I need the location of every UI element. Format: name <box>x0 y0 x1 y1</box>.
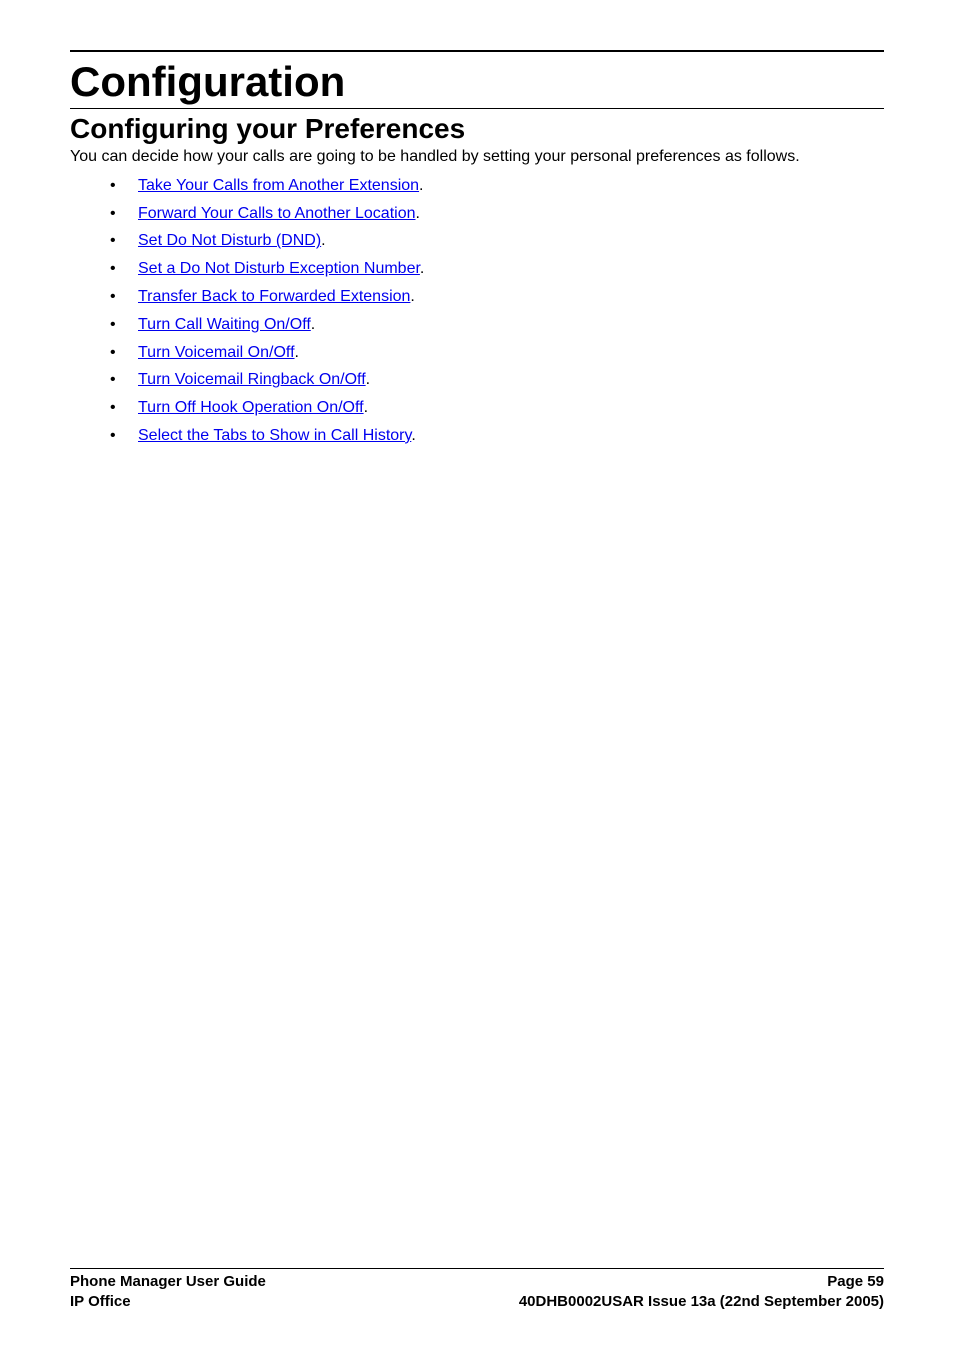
link-select-tabs-call-history[interactable]: Select the Tabs to Show in Call History <box>138 427 411 444</box>
period: . <box>321 232 325 249</box>
link-turn-voicemail-on-off[interactable]: Turn Voicemail On/Off <box>138 344 295 361</box>
mid-rule <box>70 108 884 109</box>
list-item: Forward Your Calls to Another Location. <box>110 204 884 225</box>
list-item: Take Your Calls from Another Extension. <box>110 176 884 197</box>
footer-row-2: IP Office 40DHB0002USAR Issue 13a (22nd … <box>70 1292 884 1312</box>
footer-right-1: Page 59 <box>827 1272 884 1292</box>
list-item: Turn Call Waiting On/Off. <box>110 315 884 336</box>
page-content: Configuration Configuring your Preferenc… <box>0 0 954 447</box>
link-turn-voicemail-ringback-on-off[interactable]: Turn Voicemail Ringback On/Off <box>138 371 366 388</box>
list-item: Set Do Not Disturb (DND). <box>110 231 884 252</box>
footer-left-2: IP Office <box>70 1292 131 1312</box>
list-item: Select the Tabs to Show in Call History. <box>110 426 884 447</box>
period: . <box>364 399 368 416</box>
period: . <box>420 260 424 277</box>
footer-row-1: Phone Manager User Guide Page 59 <box>70 1272 884 1292</box>
period: . <box>416 205 420 222</box>
list-item: Transfer Back to Forwarded Extension. <box>110 287 884 308</box>
heading-2: Configuring your Preferences <box>70 113 884 145</box>
period: . <box>410 288 414 305</box>
period: . <box>366 371 370 388</box>
heading-1: Configuration <box>70 58 884 106</box>
footer-rule <box>70 1268 884 1269</box>
period: . <box>411 427 415 444</box>
top-rule <box>70 50 884 52</box>
preference-link-list: Take Your Calls from Another Extension. … <box>70 176 884 447</box>
footer-left-1: Phone Manager User Guide <box>70 1272 266 1292</box>
link-set-do-not-disturb[interactable]: Set Do Not Disturb (DND) <box>138 232 321 249</box>
list-item: Set a Do Not Disturb Exception Number. <box>110 259 884 280</box>
link-transfer-back-forwarded-extension[interactable]: Transfer Back to Forwarded Extension <box>138 288 410 305</box>
intro-text: You can decide how your calls are going … <box>70 147 884 168</box>
list-item: Turn Off Hook Operation On/Off. <box>110 398 884 419</box>
page-footer: Phone Manager User Guide Page 59 IP Offi… <box>70 1268 884 1311</box>
footer-right-2: 40DHB0002USAR Issue 13a (22nd September … <box>519 1292 884 1312</box>
period: . <box>295 344 299 361</box>
period: . <box>311 316 315 333</box>
link-turn-call-waiting-on-off[interactable]: Turn Call Waiting On/Off <box>138 316 311 333</box>
period: . <box>419 177 423 194</box>
link-set-dnd-exception-number[interactable]: Set a Do Not Disturb Exception Number <box>138 260 420 277</box>
list-item: Turn Voicemail Ringback On/Off. <box>110 370 884 391</box>
link-turn-off-hook-operation-on-off[interactable]: Turn Off Hook Operation On/Off <box>138 399 364 416</box>
link-forward-calls-another-location[interactable]: Forward Your Calls to Another Location <box>138 205 416 222</box>
link-take-calls-another-extension[interactable]: Take Your Calls from Another Extension <box>138 177 419 194</box>
list-item: Turn Voicemail On/Off. <box>110 343 884 364</box>
